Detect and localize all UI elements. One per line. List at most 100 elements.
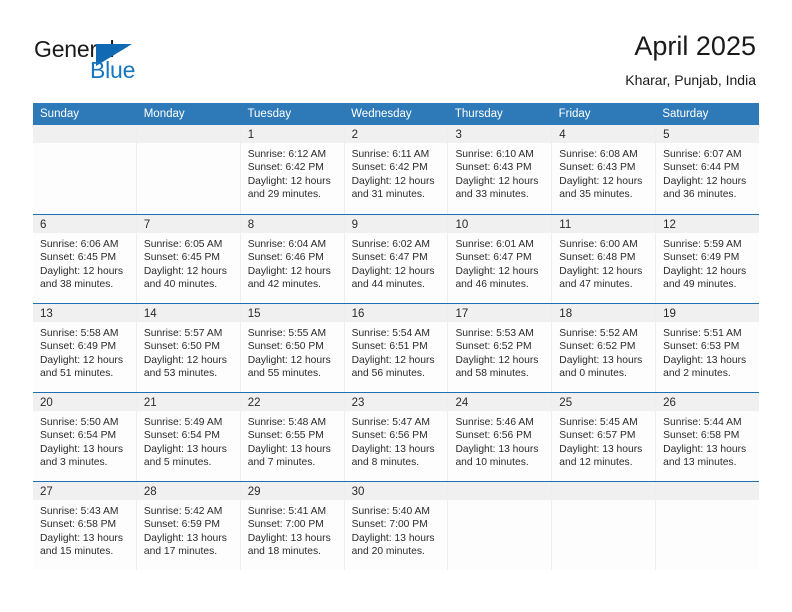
day-cell[interactable]: 11 Sunrise: 6:00 AM Sunset: 6:48 PM Dayligh… bbox=[552, 215, 657, 303]
calendar-week-row: 1 Sunrise: 6:12 AM Sunset: 6:42 PM Daylight… bbox=[33, 125, 760, 214]
day-cell[interactable]: 12 Sunrise: 5:59 AM Sunset: 6:49 PM Dayligh… bbox=[656, 215, 760, 303]
day-cell[interactable]: 30 Sunrise: 5:40 AM Sunset: 7:00 PM Dayligh… bbox=[344, 482, 449, 570]
day-number: 25 bbox=[559, 397, 573, 409]
sunrise-text: Sunrise: 5:41 AM bbox=[247, 506, 327, 517]
daylight-text-line2: and 17 minutes. bbox=[143, 546, 218, 558]
day-number: 11 bbox=[559, 219, 572, 231]
day-number: 13 bbox=[40, 308, 53, 320]
day-cell[interactable]: 7 Sunrise: 6:05 AM Sunset: 6:45 PM Daylight… bbox=[136, 215, 241, 303]
day-cell[interactable]: 22 Sunrise: 5:48 AM Sunset: 6:55 PM Dayligh… bbox=[240, 393, 345, 481]
sunrise-text: Sunrise: 5:47 AM bbox=[351, 417, 430, 428]
day-number: 19 bbox=[663, 308, 676, 320]
daylight-text-line1: Daylight: 12 hours bbox=[455, 265, 539, 277]
daylight-text-line1: Daylight: 13 hours bbox=[663, 443, 747, 455]
daylight-text-line2: and 49 minutes. bbox=[663, 279, 737, 291]
day-cell[interactable]: 27 Sunrise: 5:43 AM Sunset: 6:58 PM Dayligh… bbox=[33, 482, 137, 570]
day-details bbox=[137, 143, 240, 148]
day-cell[interactable]: 4 Sunrise: 6:08 AM Sunset: 6:43 PM Daylight… bbox=[552, 125, 657, 214]
sunrise-text: Sunrise: 5:59 AM bbox=[663, 239, 742, 250]
day-cell[interactable]: 2 Sunrise: 6:11 AM Sunset: 6:42 PM Daylight… bbox=[344, 125, 449, 214]
sunrise-text: Sunrise: 5:45 AM bbox=[559, 417, 638, 428]
sunrise-text: Sunrise: 6:11 AM bbox=[351, 149, 430, 160]
day-details bbox=[552, 500, 655, 505]
day-number-band: 19 bbox=[656, 304, 760, 322]
day-number-band: 17 bbox=[448, 304, 552, 322]
day-number: 28 bbox=[143, 486, 157, 498]
day-number-band: 24 bbox=[448, 393, 552, 411]
day-cell[interactable]: 28 Sunrise: 5:42 AM Sunset: 6:59 PM Dayligh… bbox=[136, 482, 241, 570]
sunrise-text: Sunrise: 6:02 AM bbox=[351, 239, 430, 250]
day-cell[interactable]: 3 Sunrise: 6:10 AM Sunset: 6:43 PM Daylight… bbox=[448, 125, 553, 214]
sunset-text: Sunset: 6:51 PM bbox=[351, 341, 428, 353]
day-cell[interactable]: 16 Sunrise: 5:54 AM Sunset: 6:51 PM Dayligh… bbox=[344, 304, 449, 392]
daylight-text-line1: Daylight: 13 hours bbox=[559, 354, 643, 366]
day-number: 20 bbox=[40, 397, 53, 409]
daylight-text-line2: and 13 minutes. bbox=[663, 457, 737, 469]
day-cell[interactable]: 25 Sunrise: 5:45 AM Sunset: 6:57 PM Dayligh… bbox=[552, 393, 657, 481]
sunset-text: Sunset: 6:50 PM bbox=[143, 341, 220, 353]
day-cell[interactable]: 13 Sunrise: 5:58 AM Sunset: 6:49 PM Dayligh… bbox=[33, 304, 137, 392]
day-number: 14 bbox=[143, 308, 157, 320]
day-number-band: 22 bbox=[240, 393, 344, 411]
sunrise-text: Sunrise: 5:42 AM bbox=[143, 506, 223, 517]
daylight-text-line2: and 15 minutes. bbox=[40, 546, 114, 558]
calendar-week-row: 20 Sunrise: 5:50 AM Sunset: 6:54 PM Dayligh… bbox=[33, 392, 760, 481]
daylight-text-line2: and 40 minutes. bbox=[143, 279, 218, 291]
day-details: Sunrise: 5:51 AM Sunset: 6:53 PM Daylight:… bbox=[656, 322, 759, 381]
daylight-text-line1: Daylight: 12 hours bbox=[247, 265, 331, 277]
day-cell[interactable]: 17 Sunrise: 5:53 AM Sunset: 6:52 PM Dayligh… bbox=[448, 304, 553, 392]
sunrise-text: Sunrise: 6:12 AM bbox=[247, 149, 327, 160]
daylight-text-line1: Daylight: 12 hours bbox=[455, 354, 539, 366]
day-cell[interactable]: 5 Sunrise: 6:07 AM Sunset: 6:44 PM Daylight… bbox=[656, 125, 760, 214]
day-number-band: 11 bbox=[552, 215, 656, 233]
day-number-band: 16 bbox=[344, 304, 448, 322]
daylight-text-line2: and 47 minutes. bbox=[559, 279, 633, 291]
daylight-text-line1: Daylight: 12 hours bbox=[247, 175, 331, 187]
sunrise-text: Sunrise: 6:08 AM bbox=[559, 149, 638, 160]
day-cell-empty bbox=[33, 125, 137, 214]
title-block: April 2025 Kharar, Punjab, India bbox=[625, 30, 756, 90]
sunrise-text: Sunrise: 5:43 AM bbox=[40, 506, 119, 517]
daylight-text-line1: Daylight: 12 hours bbox=[663, 175, 747, 187]
sunset-text: Sunset: 6:56 PM bbox=[351, 430, 428, 442]
day-cell[interactable]: 26 Sunrise: 5:44 AM Sunset: 6:58 PM Dayligh… bbox=[656, 393, 760, 481]
day-cell[interactable]: 15 Sunrise: 5:55 AM Sunset: 6:50 PM Dayligh… bbox=[240, 304, 345, 392]
day-cell[interactable]: 10 Sunrise: 6:01 AM Sunset: 6:47 PM Dayligh… bbox=[448, 215, 553, 303]
day-cell[interactable]: 24 Sunrise: 5:46 AM Sunset: 6:56 PM Dayligh… bbox=[448, 393, 553, 481]
day-cell[interactable]: 18 Sunrise: 5:52 AM Sunset: 6:52 PM Dayligh… bbox=[552, 304, 657, 392]
day-details: Sunrise: 6:07 AM Sunset: 6:44 PM Daylight:… bbox=[656, 143, 759, 202]
day-cell[interactable]: 9 Sunrise: 6:02 AM Sunset: 6:47 PM Daylight… bbox=[344, 215, 449, 303]
sunrise-text: Sunrise: 6:00 AM bbox=[559, 239, 638, 250]
day-details: Sunrise: 5:41 AM Sunset: 7:00 PM Daylight:… bbox=[241, 500, 344, 559]
day-cell[interactable]: 6 Sunrise: 6:06 AM Sunset: 6:45 PM Daylight… bbox=[33, 215, 137, 303]
day-cell[interactable]: 8 Sunrise: 6:04 AM Sunset: 6:46 PM Daylight… bbox=[240, 215, 345, 303]
day-cell[interactable]: 21 Sunrise: 5:49 AM Sunset: 6:54 PM Dayligh… bbox=[136, 393, 241, 481]
day-details: Sunrise: 5:58 AM Sunset: 6:49 PM Daylight:… bbox=[33, 322, 136, 381]
day-details: Sunrise: 5:52 AM Sunset: 6:52 PM Daylight:… bbox=[552, 322, 655, 381]
day-number: 8 bbox=[247, 219, 255, 231]
daylight-text-line2: and 2 minutes. bbox=[663, 368, 731, 380]
page-title: April 2025 bbox=[634, 31, 756, 61]
daylight-text-line2: and 35 minutes. bbox=[559, 189, 633, 201]
day-number: 15 bbox=[247, 308, 261, 320]
weekday-header-monday: Monday bbox=[143, 108, 185, 120]
day-details: Sunrise: 5:57 AM Sunset: 6:50 PM Daylight:… bbox=[137, 322, 240, 381]
day-cell[interactable]: 1 Sunrise: 6:12 AM Sunset: 6:42 PM Daylight… bbox=[240, 125, 345, 214]
daylight-text-line1: Daylight: 12 hours bbox=[40, 265, 123, 277]
day-cell[interactable]: 19 Sunrise: 5:51 AM Sunset: 6:53 PM Dayligh… bbox=[656, 304, 760, 392]
daylight-text-line1: Daylight: 12 hours bbox=[40, 354, 123, 366]
day-details: Sunrise: 5:43 AM Sunset: 6:58 PM Daylight:… bbox=[33, 500, 136, 559]
day-cell[interactable]: 14 Sunrise: 5:57 AM Sunset: 6:50 PM Dayligh… bbox=[136, 304, 241, 392]
daylight-text-line2: and 38 minutes. bbox=[40, 279, 114, 291]
day-cell[interactable]: 23 Sunrise: 5:47 AM Sunset: 6:56 PM Dayligh… bbox=[344, 393, 449, 481]
sunrise-text: Sunrise: 6:05 AM bbox=[143, 239, 223, 250]
day-cell[interactable]: 20 Sunrise: 5:50 AM Sunset: 6:54 PM Dayligh… bbox=[33, 393, 137, 481]
daylight-text-line1: Daylight: 13 hours bbox=[143, 443, 227, 455]
day-cell[interactable]: 29 Sunrise: 5:41 AM Sunset: 7:00 PM Dayligh… bbox=[240, 482, 345, 570]
sunset-text: Sunset: 6:42 PM bbox=[351, 162, 428, 174]
day-number-band: 23 bbox=[344, 393, 448, 411]
sunset-text: Sunset: 6:43 PM bbox=[559, 162, 636, 174]
weekday-header-friday: Friday bbox=[558, 108, 591, 120]
sunset-text: Sunset: 6:47 PM bbox=[351, 252, 428, 264]
weekday-header-saturday: Saturday bbox=[662, 108, 709, 120]
